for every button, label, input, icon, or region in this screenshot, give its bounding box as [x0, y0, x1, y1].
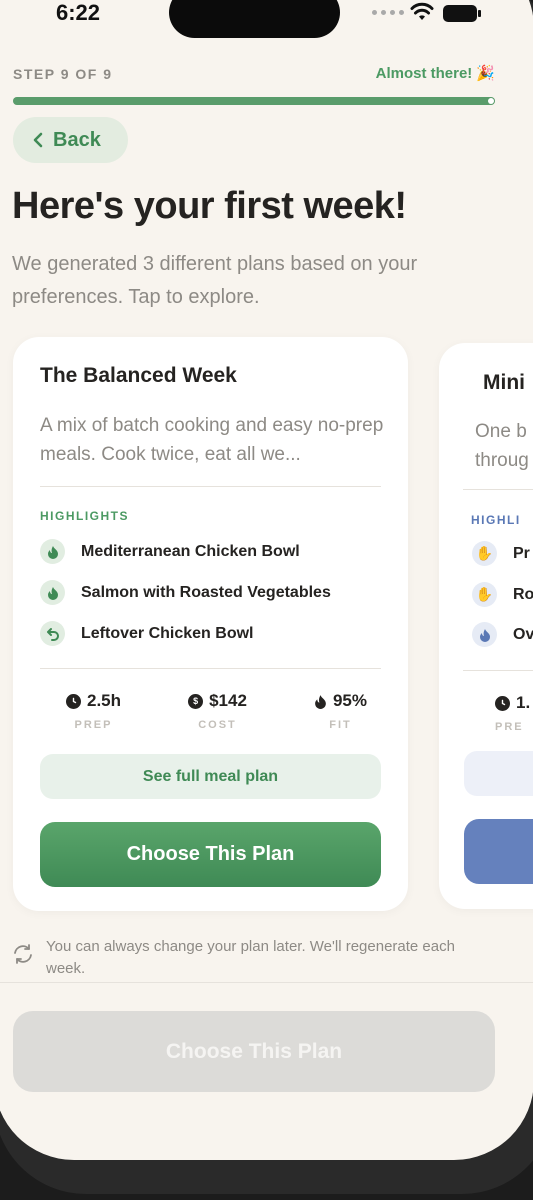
progress-message: Almost there! 🎉: [375, 64, 495, 83]
flame-icon: [315, 694, 326, 709]
flame-icon: [472, 622, 497, 647]
stat-value: $142: [209, 691, 247, 710]
highlights-label: HIGHLI: [471, 513, 521, 527]
stat-label: PREP: [74, 719, 113, 731]
back-button[interactable]: Back: [13, 117, 128, 163]
footer-note: You can always change your plan later. W…: [12, 936, 496, 980]
divider: [40, 668, 381, 669]
see-full-meal-plan-button[interactable]: See full meal plan: [40, 754, 381, 799]
stat-cost: $ $142 COST: [188, 691, 247, 731]
progress-bar: [13, 97, 495, 105]
highlight-text: Pr: [513, 544, 530, 562]
status-icons: [372, 2, 484, 24]
highlight-item: Leftover Chicken Bowl: [40, 621, 253, 646]
signal-icon: [372, 10, 404, 15]
app-screen: 6:22 STEP 9 OF 9 Almost there! 🎉 Back He…: [0, 0, 533, 1160]
highlight-text: Ov: [513, 625, 533, 643]
highlight-text: Salmon with Roasted Vegetables: [81, 583, 331, 601]
choose-plan-primary-button[interactable]: Choose This Plan: [13, 1011, 495, 1092]
stat-value: 2.5h: [87, 691, 122, 710]
stat-label: COST: [198, 719, 237, 731]
highlight-text: Leftover Chicken Bowl: [81, 624, 254, 642]
wifi-icon: [410, 2, 434, 20]
stat-prep: 2.5h PREP: [66, 691, 121, 731]
see-full-meal-plan-button[interactable]: [464, 751, 533, 796]
plan-card-balanced[interactable]: The Balanced Week A mix of batch cooking…: [13, 337, 408, 911]
hand-icon: ✋: [472, 582, 497, 607]
highlight-item: Mediterranean Chicken Bowl: [40, 539, 300, 564]
plan-title: The Balanced Week: [40, 364, 237, 387]
footer-note-text: You can always change your plan later. W…: [46, 938, 455, 977]
dynamic-island: [169, 0, 340, 38]
highlight-item: ✋ Pr: [472, 541, 530, 566]
choose-plan-button[interactable]: Choose This Plan: [40, 822, 381, 887]
clock-icon: [495, 695, 510, 711]
refresh-icon: [14, 944, 32, 964]
stat-label: FIT: [329, 719, 352, 731]
divider: [0, 982, 533, 983]
party-icon: 🎉: [476, 65, 495, 82]
plan-stats: 2.5h PREP $ $142 COST 95% FIT: [40, 691, 381, 731]
hand-icon: ✋: [472, 541, 497, 566]
progress-knob: [488, 98, 494, 104]
page-title: Here's your first week!: [12, 185, 407, 227]
choose-plan-button[interactable]: [464, 819, 533, 884]
divider: [463, 489, 533, 490]
page-subtitle: We generated 3 different plans based on …: [12, 253, 418, 308]
plan-title: Mini: [483, 371, 525, 394]
highlight-item: Ov: [472, 622, 533, 647]
highlights-label: HIGHLIGHTS: [40, 509, 129, 523]
highlight-text: Ro: [513, 585, 533, 603]
leftover-arrow-icon: [40, 621, 65, 646]
divider: [463, 670, 533, 671]
progress-fill: [13, 97, 495, 105]
back-label: Back: [53, 128, 101, 151]
plan-description: A mix of batch cooking and easy no-prep …: [40, 415, 384, 465]
stat-fit: 95% FIT: [314, 691, 367, 731]
stat-prep: 1. PRE: [495, 693, 530, 733]
dollar-icon: $: [188, 693, 204, 709]
stat-value: 1.: [516, 693, 531, 712]
highlight-item: Salmon with Roasted Vegetables: [40, 580, 331, 605]
plan-card-minimal[interactable]: Mini One b throug HIGHLI ✋ Pr ✋ Ro Ov 1.…: [439, 343, 533, 909]
progress-message-text: Almost there!: [375, 64, 473, 82]
highlight-text: Mediterranean Chicken Bowl: [81, 542, 300, 560]
divider: [40, 486, 381, 487]
clock-icon: [66, 693, 81, 709]
status-time: 6:22: [56, 0, 101, 25]
stat-label: PRE: [495, 721, 524, 733]
plan-description: One b throug: [475, 421, 529, 471]
stat-value: 95%: [332, 691, 367, 710]
battery-icon: [443, 5, 481, 22]
flame-icon: [40, 539, 65, 564]
chevron-left-icon: [33, 132, 43, 148]
flame-icon: [40, 580, 65, 605]
step-label: STEP 9 OF 9: [13, 66, 113, 82]
phone-frame: 6:22 STEP 9 OF 9 Almost there! 🎉 Back He…: [0, 0, 533, 1194]
highlight-item: ✋ Ro: [472, 582, 533, 607]
